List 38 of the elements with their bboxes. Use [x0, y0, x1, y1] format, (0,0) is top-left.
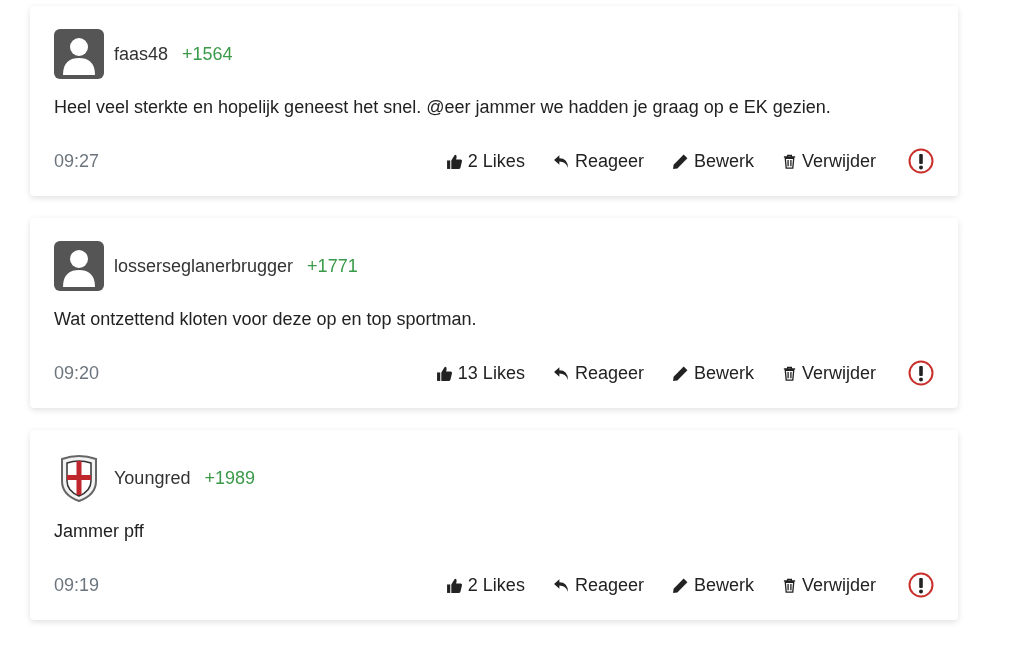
- comment-text: Wat ontzettend kloten voor deze op en top sportman.: [54, 308, 478, 330]
- delete-button[interactable]: Verwijder: [781, 362, 876, 384]
- reply-button[interactable]: Reageer: [552, 574, 644, 596]
- username[interactable]: losserseglanerbrugger: [114, 255, 294, 277]
- edit-button[interactable]: Bewerk: [671, 150, 754, 172]
- comment-text: Jammer pff: [54, 520, 145, 542]
- username[interactable]: faas48: [114, 43, 169, 65]
- like-button[interactable]: 13 Likes: [435, 362, 525, 384]
- report-icon[interactable]: [908, 572, 934, 598]
- comment-text: Heel veel sterkte en hopelijk geneest het snel. @eer jammer we hadden je graag op e EK gezien.: [54, 96, 832, 118]
- user-score: +1564: [182, 43, 233, 65]
- trash-icon: [781, 365, 797, 381]
- pencil-icon: [671, 364, 689, 382]
- user-score: +1771: [307, 255, 358, 277]
- user-score: +1989: [204, 467, 255, 489]
- thumbs-up-icon: [445, 152, 463, 170]
- comment-time: 09:19: [54, 574, 100, 596]
- comment-time: 09:20: [54, 362, 100, 384]
- trash-icon: [781, 153, 797, 169]
- comment-time: 09:27: [54, 150, 100, 172]
- report-icon[interactable]: [908, 360, 934, 386]
- delete-button[interactable]: Verwijder: [781, 150, 876, 172]
- avatar-icon: [54, 241, 104, 291]
- like-button[interactable]: 2 Likes: [445, 574, 525, 596]
- report-icon[interactable]: [908, 148, 934, 174]
- like-button[interactable]: 2 Likes: [445, 150, 525, 172]
- reply-button[interactable]: Reageer: [552, 362, 644, 384]
- trash-icon: [781, 577, 797, 593]
- edit-button[interactable]: Bewerk: [671, 362, 754, 384]
- thumbs-up-icon: [445, 576, 463, 594]
- pencil-icon: [671, 576, 689, 594]
- delete-button[interactable]: Verwijder: [781, 574, 876, 596]
- pencil-icon: [671, 152, 689, 170]
- reply-button[interactable]: Reageer: [552, 150, 644, 172]
- thumbs-up-icon: [435, 364, 453, 382]
- avatar-icon: [54, 29, 104, 79]
- username[interactable]: Youngred: [114, 467, 191, 489]
- edit-button[interactable]: Bewerk: [671, 574, 754, 596]
